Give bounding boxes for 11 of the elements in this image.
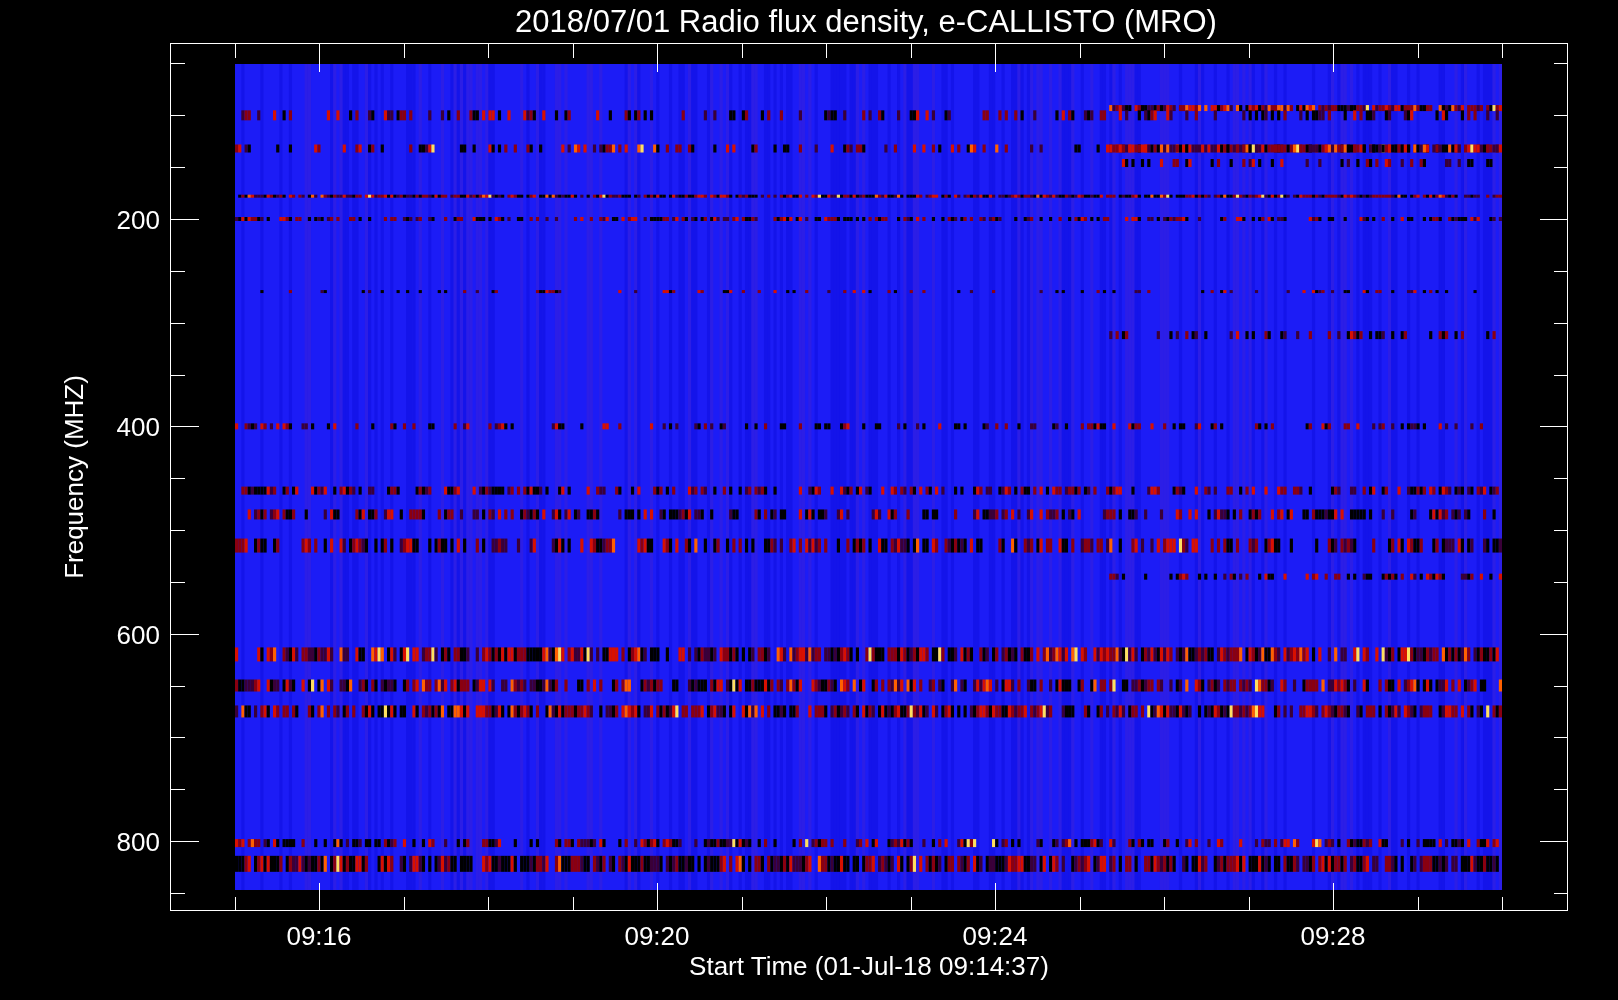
tick-label: 09:16: [286, 921, 352, 951]
axis-title: Start Time (01-Jul-18 09:14:37): [689, 951, 1049, 981]
tick-label: 200: [116, 205, 160, 235]
tick-label: 800: [116, 827, 160, 857]
tick-label: 09:20: [624, 921, 690, 951]
axis-title: Frequency (MHZ): [59, 375, 89, 579]
tick-label: 600: [116, 619, 160, 650]
tick-label: 09:24: [962, 921, 1028, 951]
chart-title: 2018/07/01 Radio flux density, e-CALLISTO (MRO): [515, 4, 1217, 39]
tick-label: 400: [116, 412, 160, 443]
tick-label: 09:28: [1300, 921, 1366, 951]
